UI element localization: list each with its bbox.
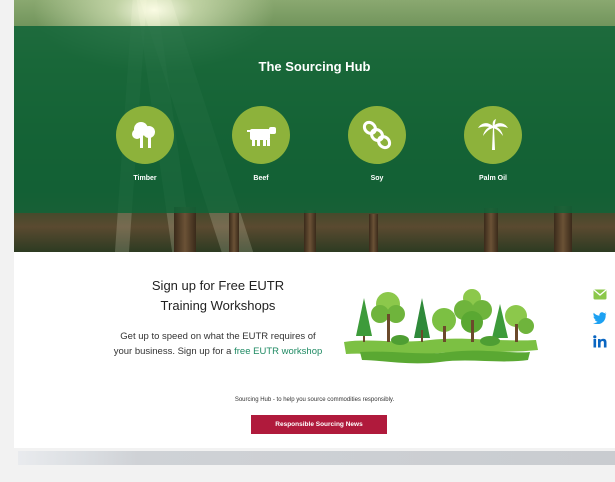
- forest-illustration: [344, 289, 538, 364]
- hero-forest-background: The Sourcing Hub Timber Beef Soy Palm Oi…: [14, 0, 615, 252]
- commodity-beef[interactable]: Beef: [221, 106, 301, 182]
- tree-icon[interactable]: [116, 106, 174, 164]
- commodity-label: Timber: [133, 175, 157, 182]
- cow-icon[interactable]: [232, 106, 290, 164]
- signup-title: Sign up for Free EUTR Training Workshops: [110, 276, 326, 316]
- palm-tree-icon[interactable]: [464, 106, 522, 164]
- page: The Sourcing Hub Timber Beef Soy Palm Oi…: [14, 0, 615, 448]
- twitter-share-icon[interactable]: [592, 311, 608, 325]
- responsible-sourcing-news-button[interactable]: Responsible Sourcing News: [251, 415, 387, 434]
- commodity-palm-oil[interactable]: Palm Oil: [453, 106, 533, 182]
- panel-title: The Sourcing Hub: [258, 59, 371, 74]
- commodity-label: Soy: [370, 175, 384, 182]
- tagline: Sourcing Hub - to help you source commod…: [234, 397, 395, 403]
- commodity-label: Palm Oil: [478, 175, 507, 182]
- signup-title-line: Training Workshops: [160, 298, 276, 313]
- signup-text-line-2: your business. Sign up for a free EUTR w…: [94, 344, 342, 359]
- linkedin-share-icon[interactable]: [592, 334, 608, 348]
- commodity-soy[interactable]: Soy: [337, 106, 417, 182]
- eutr-workshop-link[interactable]: free EUTR workshop: [234, 346, 322, 357]
- commodity-label: Beef: [253, 175, 269, 182]
- soy-icon[interactable]: [348, 106, 406, 164]
- signup-title-line: Sign up for Free EUTR: [151, 278, 285, 293]
- commodity-timber[interactable]: Timber: [105, 106, 185, 182]
- email-share-icon[interactable]: [592, 287, 608, 301]
- footer-bar: [18, 451, 615, 465]
- sourcing-hub-panel: The Sourcing Hub Timber Beef Soy Palm Oi…: [14, 26, 615, 213]
- signup-text-line: Get up to speed on what the EUTR require…: [120, 331, 316, 342]
- signup-description: Get up to speed on what the EUTR require…: [94, 329, 342, 359]
- signup-text-prefix: your business. Sign up for a: [113, 346, 235, 357]
